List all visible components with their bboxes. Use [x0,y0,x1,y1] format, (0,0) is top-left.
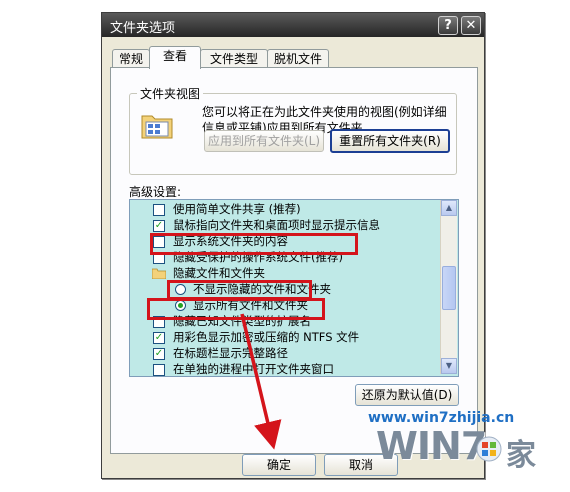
watermark-logo: WIN7 [376,424,487,468]
windows-logo-icon [476,436,502,462]
watermark: www.win7zhijia.cn WIN7 家 [362,410,562,480]
tab-view[interactable]: 查看 [149,46,201,69]
watermark-home: 家 [506,438,536,473]
